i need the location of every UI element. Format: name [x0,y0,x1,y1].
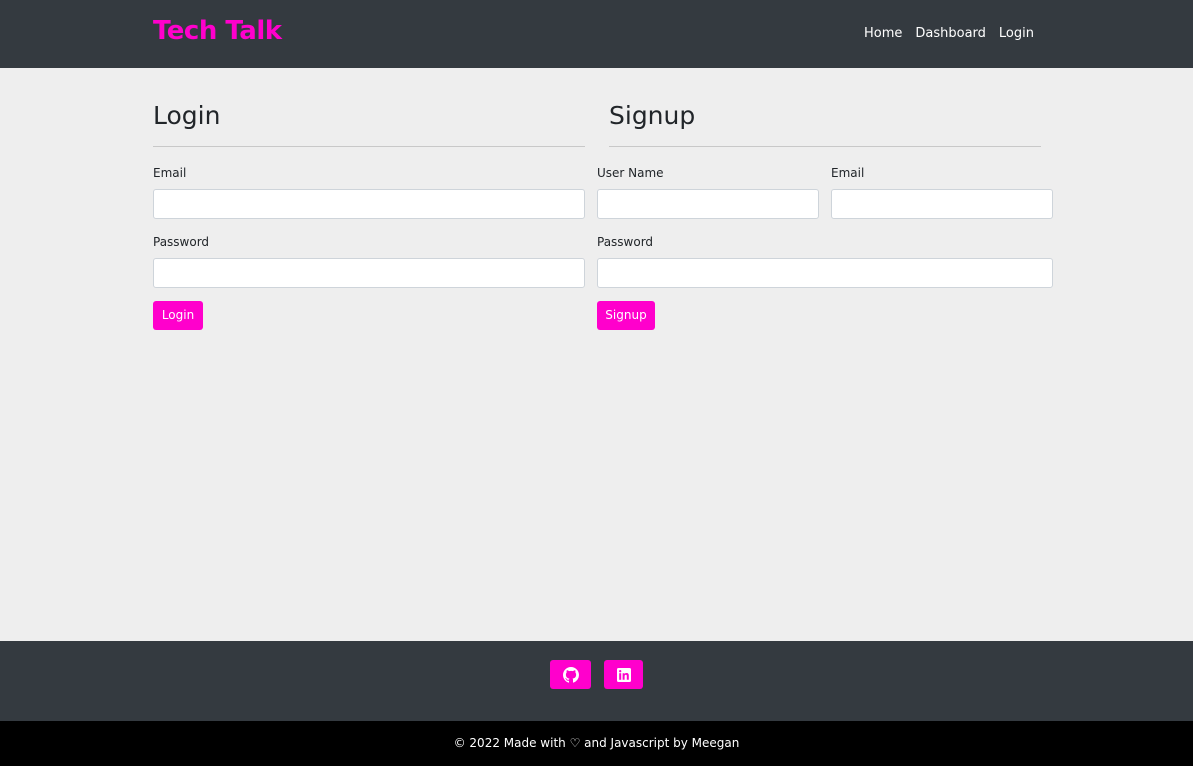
signup-password-input[interactable] [597,258,1053,288]
nav-link-login[interactable]: Login [999,25,1034,43]
login-email-input[interactable] [153,189,585,219]
main-content: Login Email Password Login Signup User N… [0,68,1193,641]
nav-link-home[interactable]: Home [864,25,902,43]
navbar: Tech Talk Home Dashboard Login [0,0,1193,68]
login-title: Login [153,101,221,130]
linkedin-button[interactable] [604,660,643,689]
signup-email-input[interactable] [831,189,1053,219]
signup-username-label: User Name [597,166,664,180]
signup-title: Signup [609,101,696,130]
login-password-input[interactable] [153,258,585,288]
copyright-text: © 2022 Made with ♡ and Javascript by Mee… [453,736,740,750]
signup-username-input[interactable] [597,189,819,219]
nav-links: Home Dashboard Login [864,25,1034,43]
signup-button[interactable]: Signup [597,301,655,330]
signup-divider [609,146,1041,147]
linkedin-icon [616,667,631,682]
login-divider [153,146,585,147]
login-password-label: Password [153,235,210,249]
brand-logo[interactable]: Tech Talk [153,14,282,48]
login-button[interactable]: Login [153,301,203,330]
github-button[interactable] [550,660,591,689]
footer [0,641,1193,721]
signup-password-label: Password [597,235,654,249]
login-email-label: Email [153,166,187,180]
github-icon [562,666,579,683]
signup-email-label: Email [831,166,865,180]
nav-link-dashboard[interactable]: Dashboard [915,25,986,43]
copyright-bar: © 2022 Made with ♡ and Javascript by Mee… [0,721,1193,766]
